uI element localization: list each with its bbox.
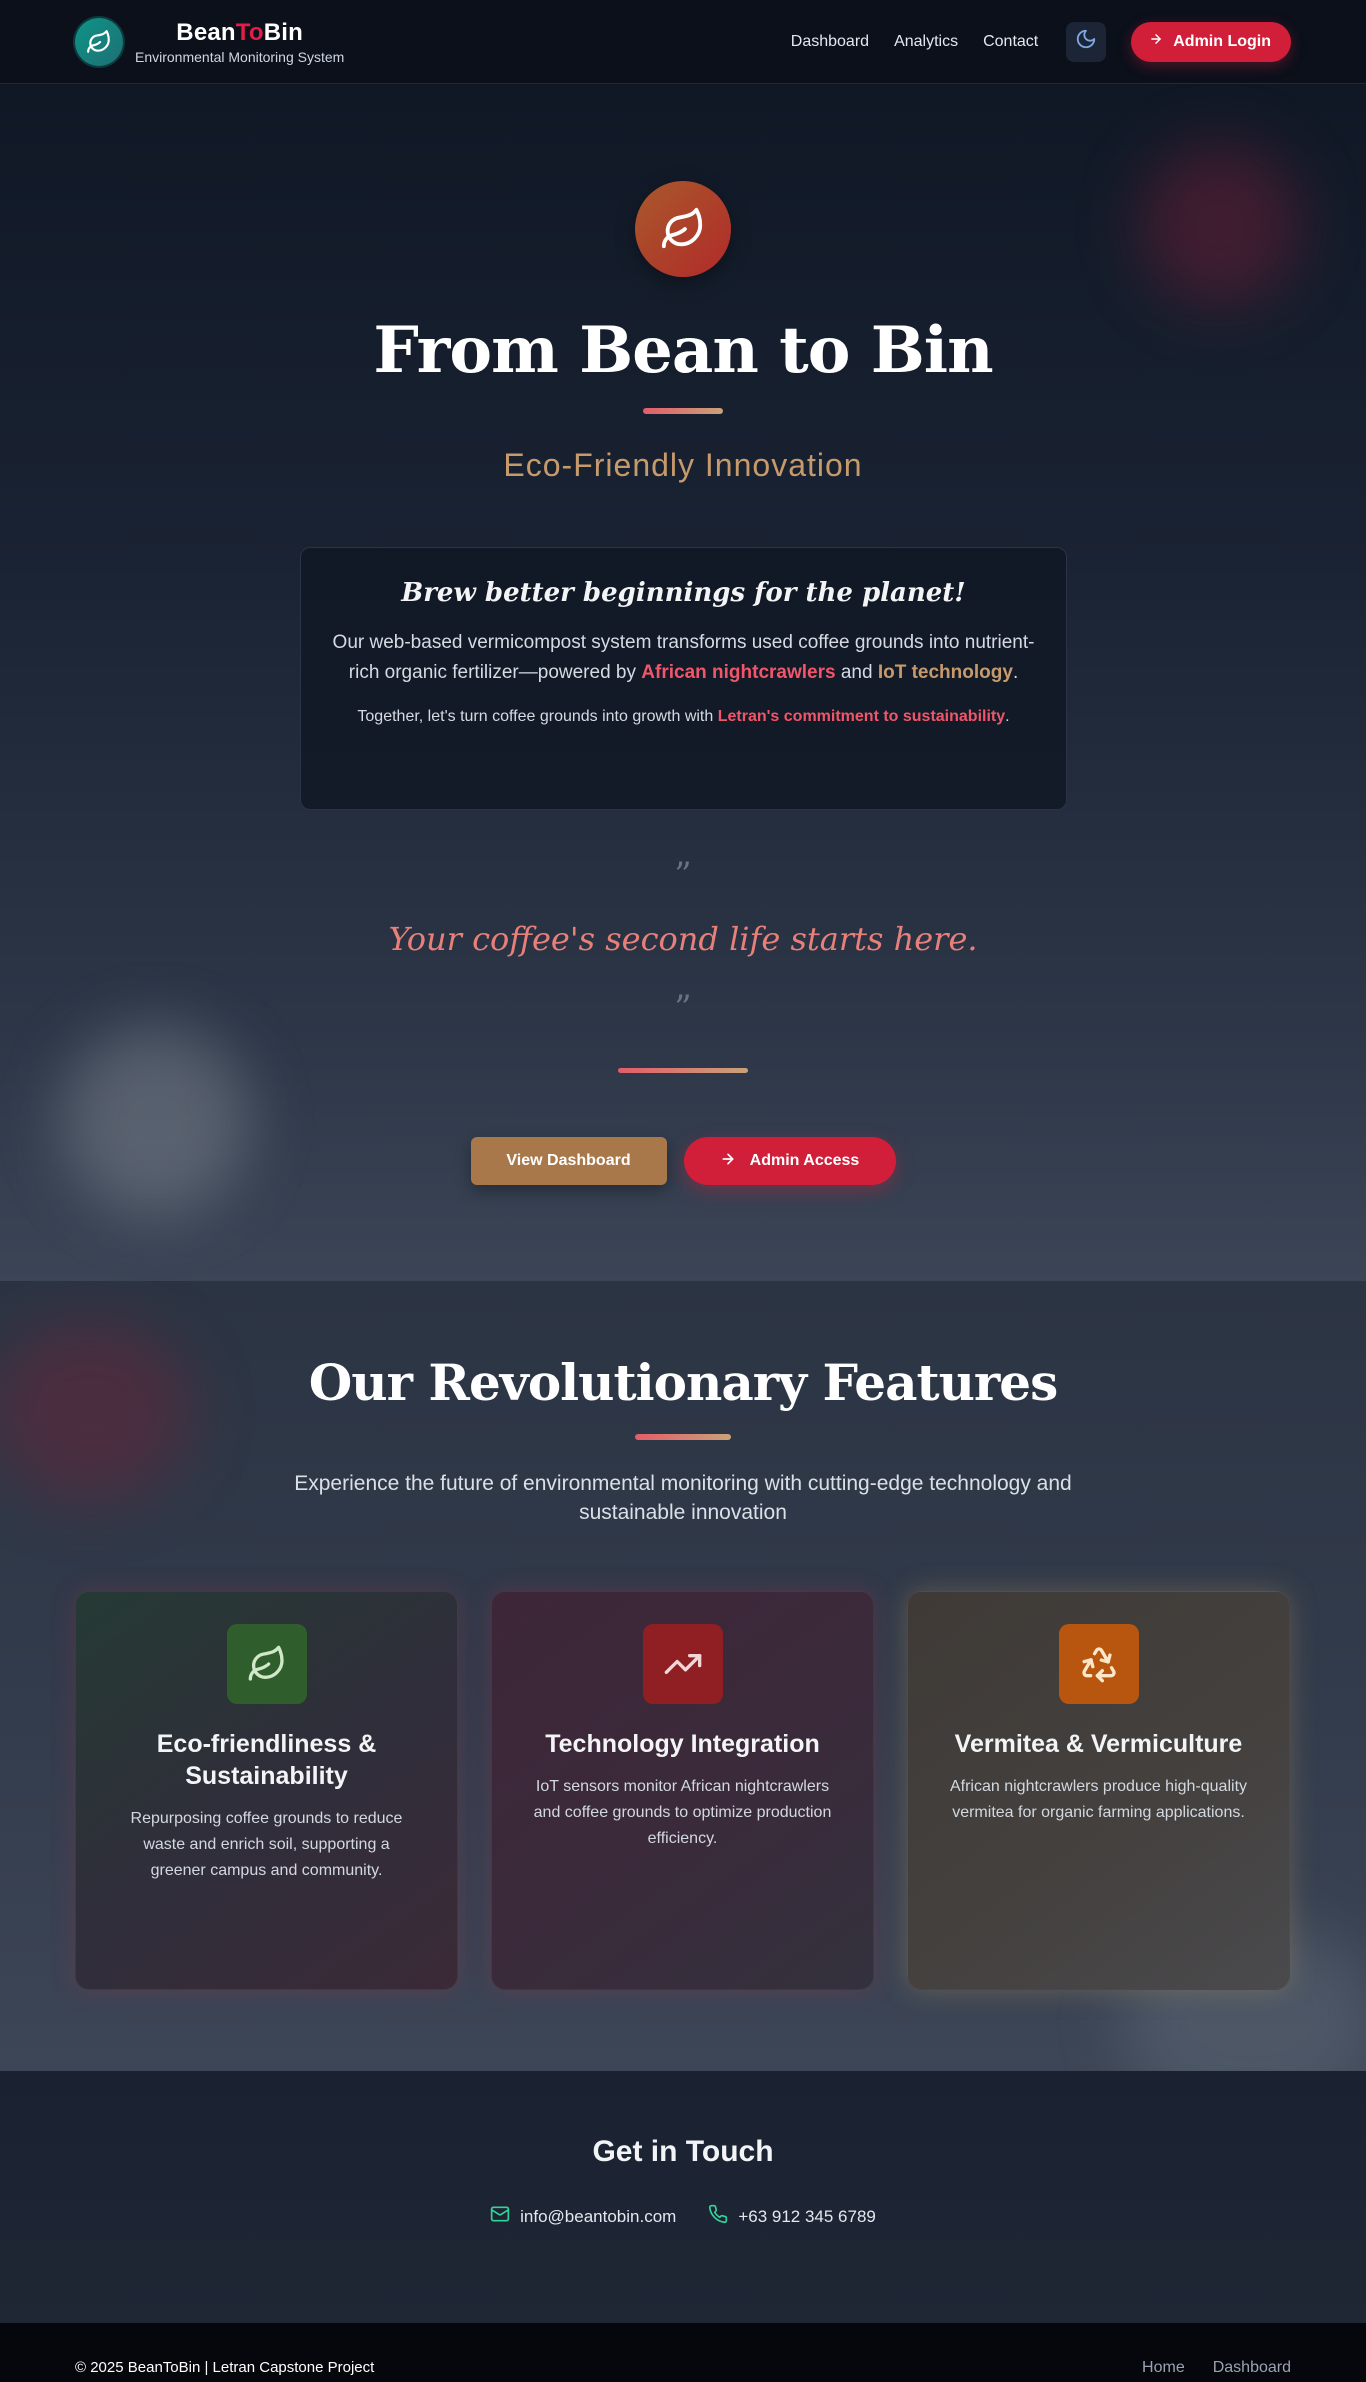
- feature-card-title: Vermitea & Vermiculture: [954, 1730, 1243, 1758]
- quote-mark-open: ”: [674, 855, 692, 895]
- hero-title: From Bean to Bin: [373, 313, 993, 388]
- nav-analytics[interactable]: Analytics: [894, 33, 958, 51]
- features-section: Our Revolutionary Features Experience th…: [0, 1281, 1366, 2071]
- feature-card-desc: IoT sensors monitor African nightcrawler…: [533, 1778, 832, 1847]
- tagline-quote: Your coffee's second life starts here.: [388, 920, 978, 958]
- title-divider: [643, 408, 723, 414]
- quote-mark-close: ”: [674, 988, 692, 1028]
- leaf-icon: [226, 1624, 307, 1704]
- recycle-icon: [1058, 1624, 1139, 1704]
- moon-icon: [1075, 28, 1097, 55]
- features-divider: [635, 1434, 731, 1440]
- footer: © 2025 BeanToBin | Letran Capstone Proje…: [0, 2323, 1366, 2382]
- trending-up-icon: [642, 1624, 723, 1704]
- contact-email[interactable]: info@beantobin.com: [490, 2204, 676, 2229]
- footer-link-dashboard[interactable]: Dashboard: [1213, 2359, 1291, 2377]
- brand-name: BeanToBin: [176, 18, 304, 46]
- intro-footnote: Together, let's turn coffee grounds into…: [357, 708, 1010, 725]
- contact-email-text: info@beantobin.com: [520, 2206, 677, 2226]
- features-title: Our Revolutionary Features: [308, 1353, 1059, 1412]
- phone-icon: [708, 2204, 728, 2229]
- contact-title: Get in Touch: [592, 2135, 774, 2168]
- nav-links: Dashboard Analytics Contact Admin Login: [791, 21, 1291, 62]
- footer-links: Home Dashboard: [1142, 2359, 1291, 2377]
- footer-copyright: © 2025 BeanToBin | Letran Capstone Proje…: [75, 2359, 375, 2376]
- feature-card-eco[interactable]: Eco-friendliness & Sustainability Repurp…: [75, 1591, 458, 1990]
- intro-card: Brew better beginnings for the planet! O…: [300, 547, 1067, 810]
- theme-toggle-button[interactable]: [1066, 21, 1107, 62]
- hero-actions: View Dashboard Admin Access: [0, 1137, 1366, 1185]
- navbar: BeanToBin Environmental Monitoring Syste…: [0, 0, 1366, 84]
- feature-card-technology[interactable]: Technology Integration IoT sensors monit…: [491, 1591, 874, 1990]
- mail-icon: [490, 2204, 510, 2229]
- feature-card-vermitea[interactable]: Vermitea & Vermiculture African nightcra…: [907, 1591, 1290, 1990]
- nav-contact[interactable]: Contact: [983, 33, 1038, 51]
- footer-link-home[interactable]: Home: [1142, 2359, 1185, 2377]
- decorative-blob: [60, 1025, 250, 1215]
- admin-login-label: Admin Login: [1173, 32, 1271, 50]
- leaf-icon: [75, 17, 123, 66]
- arrow-right-icon: [720, 1151, 736, 1172]
- nav-dashboard[interactable]: Dashboard: [791, 33, 869, 51]
- decorative-blob: [1140, 145, 1300, 305]
- brand-subtitle: Environmental Monitoring System: [135, 48, 345, 65]
- leaf-icon: [635, 181, 731, 277]
- feature-card-title: Eco-friendliness & Sustainability: [156, 1730, 377, 1790]
- contact-phone-text: +63 912 345 6789: [738, 2206, 876, 2226]
- feature-card-desc: Repurposing coffee grounds to reduce was…: [130, 1810, 403, 1879]
- feature-cards: Eco-friendliness & Sustainability Repurp…: [75, 1591, 1290, 1990]
- admin-access-label: Admin Access: [749, 1152, 860, 1169]
- quote-divider: [618, 1068, 748, 1073]
- intro-heading: Brew better beginnings for the planet!: [401, 578, 966, 608]
- intro-body: Our web-based vermicompost system transf…: [332, 632, 1035, 683]
- contact-row: info@beantobin.com +63 912 345 6789: [0, 2204, 1366, 2229]
- view-dashboard-button[interactable]: View Dashboard: [470, 1137, 667, 1185]
- hero-section: From Bean to Bin Eco-Friendly Innovation…: [0, 85, 1366, 1281]
- contact-section: Get in Touch info@beantobin.com +63 912 …: [0, 2071, 1366, 2323]
- feature-card-title: Technology Integration: [545, 1730, 820, 1758]
- admin-access-button[interactable]: Admin Access: [683, 1137, 896, 1185]
- contact-phone[interactable]: +63 912 345 6789: [708, 2204, 876, 2229]
- hero-subtitle: Eco-Friendly Innovation: [503, 447, 863, 483]
- admin-login-button[interactable]: Admin Login: [1131, 21, 1291, 62]
- arrow-right-icon: [1149, 32, 1163, 51]
- feature-card-desc: African nightcrawlers produce high-quali…: [949, 1778, 1248, 1821]
- brand[interactable]: BeanToBin Environmental Monitoring Syste…: [75, 17, 345, 66]
- features-subtitle: Experience the future of environmental m…: [294, 1472, 1072, 1524]
